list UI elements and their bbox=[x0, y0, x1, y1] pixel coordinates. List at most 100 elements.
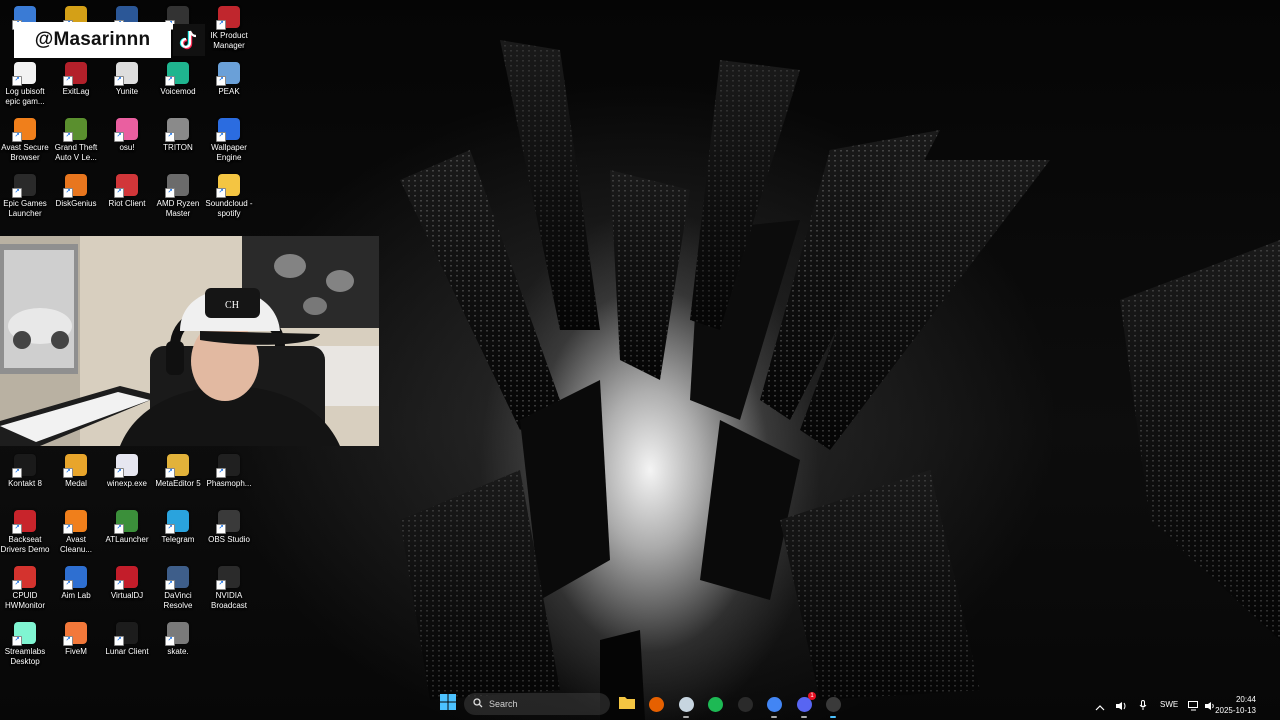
clock-time: 20:44 bbox=[1235, 695, 1256, 704]
desktop-icon-label: Phasmoph... bbox=[206, 479, 252, 488]
shortcut-arrow-icon: ↗ bbox=[165, 188, 175, 198]
taskbar-discord[interactable]: 1 bbox=[792, 692, 816, 718]
desktop-icon[interactable]: ↗ Telegram bbox=[153, 508, 203, 562]
desktop-icon-label: Avast Secure Browser bbox=[1, 143, 49, 162]
shortcut-arrow-icon: ↗ bbox=[216, 468, 226, 478]
tray-overflow-chevron-icon[interactable] bbox=[1095, 699, 1105, 717]
desktop-icon[interactable]: ↗ NVIDIA Broadcast bbox=[204, 564, 254, 618]
desktop-icon[interactable]: ↗ Grand Theft Auto V Le... bbox=[51, 116, 101, 170]
desktop-icon[interactable]: ↗ skate. bbox=[153, 620, 203, 674]
desktop-icon[interactable]: ↗ AMD Ryzen Master bbox=[153, 172, 203, 226]
desktop-icon[interactable]: ↗ Voicemod bbox=[153, 60, 203, 114]
desktop-icon-label: DaVinci Resolve bbox=[163, 591, 193, 610]
taskbar-spotify[interactable] bbox=[703, 692, 727, 716]
desktop-icon[interactable]: ↗ VirtualDJ bbox=[102, 564, 152, 618]
desktop-icon-label: winexp.exe bbox=[106, 479, 148, 488]
desktop-icon[interactable]: ↗ Phasmoph... bbox=[204, 452, 254, 506]
shortcut-arrow-icon: ↗ bbox=[63, 524, 73, 534]
window-app-icon: ↗ bbox=[114, 454, 138, 478]
tiktok-icon bbox=[173, 24, 205, 56]
desktop-icon[interactable]: ↗ Medal bbox=[51, 452, 101, 506]
shortcut-arrow-icon: ↗ bbox=[114, 188, 124, 198]
desktop-icon[interactable]: ↗ winexp.exe bbox=[102, 452, 152, 506]
shortcut-arrow-icon: ↗ bbox=[114, 524, 124, 534]
taskbar-chrome[interactable] bbox=[762, 692, 786, 718]
taskbar-search[interactable]: Search bbox=[464, 693, 610, 715]
svg-text:CH: CH bbox=[225, 300, 239, 311]
voicemod-icon: ↗ bbox=[165, 62, 189, 86]
desktop-icon[interactable]: ↗ Streamlabs Desktop bbox=[0, 620, 50, 674]
desktop-icon-label: IK Product Manager bbox=[210, 31, 248, 50]
desktop-icon[interactable]: ↗ Wallpaper Engine bbox=[204, 116, 254, 170]
shortcut-arrow-icon: ↗ bbox=[165, 524, 175, 534]
running-indicator bbox=[683, 716, 689, 718]
desktop-icon[interactable]: ↗ IK Product Manager bbox=[204, 4, 254, 58]
desktop-icon-label: CPUID HWMonitor bbox=[4, 591, 45, 610]
desktop-icon[interactable]: ↗ DiskGenius bbox=[51, 172, 101, 226]
desktop-icon[interactable]: ↗ Aim Lab bbox=[51, 564, 101, 618]
microphone-icon[interactable] bbox=[1139, 698, 1147, 716]
search-icon bbox=[473, 695, 483, 713]
desktop-icon[interactable]: ↗ Soundcloud - spotify bbox=[204, 172, 254, 226]
language-indicator[interactable]: SWE bbox=[1160, 700, 1178, 709]
shortcut-arrow-icon: ↗ bbox=[114, 132, 124, 142]
desktop-icon[interactable]: ↗ osu! bbox=[102, 116, 152, 170]
shortcut-arrow-icon: ↗ bbox=[63, 580, 73, 590]
desktop-icon-label: Aim Lab bbox=[61, 591, 91, 600]
desktop-icon[interactable]: ↗ ExitLag bbox=[51, 60, 101, 114]
shortcut-arrow-icon: ↗ bbox=[63, 132, 73, 142]
desktop-icon-label: PEAK bbox=[218, 87, 240, 96]
desktop-icon[interactable]: ↗ TRITON bbox=[153, 116, 203, 170]
desktop-icon[interactable]: ↗ MetaEditor 5 bbox=[153, 452, 203, 506]
running-indicator bbox=[801, 716, 807, 718]
desktop-icon-label: Wallpaper Engine bbox=[211, 143, 247, 162]
skate-icon: ↗ bbox=[165, 622, 189, 646]
desktop-icon[interactable]: ↗ Epic Games Launcher bbox=[0, 172, 50, 226]
exitlag-icon: ↗ bbox=[63, 62, 87, 86]
wallpaper-engine-icon: ↗ bbox=[216, 118, 240, 142]
network-icon[interactable] bbox=[1188, 698, 1200, 716]
desktop-icon[interactable]: ↗ Backseat Drivers Demo bbox=[0, 508, 50, 562]
avast-browser-icon: ↗ bbox=[12, 118, 36, 142]
taskbar-steam[interactable] bbox=[674, 692, 698, 718]
desktop-icon[interactable]: ↗ Log ubisoft epic gam... bbox=[0, 60, 50, 114]
desktop-icon[interactable]: ↗ Kontakt 8 bbox=[0, 452, 50, 506]
desktop-icon[interactable]: ↗ ATLauncher bbox=[102, 508, 152, 562]
desktop-icon[interactable]: ↗ Lunar Client bbox=[102, 620, 152, 674]
desktop-icon-label: osu! bbox=[119, 143, 135, 152]
desktop-icon[interactable]: ↗ Avast Secure Browser bbox=[0, 116, 50, 170]
desktop-icon-label: Medal bbox=[65, 479, 87, 488]
desktop-icon[interactable]: ↗ CPUID HWMonitor bbox=[0, 564, 50, 618]
shortcut-arrow-icon: ↗ bbox=[12, 580, 22, 590]
shortcut-arrow-icon: ↗ bbox=[165, 468, 175, 478]
desktop-icon[interactable]: ↗ OBS Studio bbox=[204, 508, 254, 562]
taskbar-epic-games[interactable] bbox=[733, 692, 757, 716]
taskbar-obs[interactable] bbox=[821, 692, 845, 718]
streamlabs-icon: ↗ bbox=[12, 622, 36, 646]
epic-games-icon bbox=[737, 696, 753, 712]
taskbar-start-button[interactable] bbox=[436, 692, 460, 716]
desktop-icon[interactable]: ↗ PEAK bbox=[204, 60, 254, 114]
triton-icon: ↗ bbox=[165, 118, 189, 142]
phasmophobia-icon: ↗ bbox=[216, 454, 240, 478]
shortcut-arrow-icon: ↗ bbox=[114, 76, 124, 86]
desktop-icon[interactable]: ↗ FiveM bbox=[51, 620, 101, 674]
shortcut-arrow-icon: ↗ bbox=[12, 76, 22, 86]
obs-studio-icon: ↗ bbox=[216, 510, 240, 534]
volume-icon[interactable] bbox=[1115, 698, 1127, 716]
desktop-icon[interactable]: ↗ DaVinci Resolve bbox=[153, 564, 203, 618]
steam-icon bbox=[678, 696, 694, 712]
taskbar-firefox[interactable] bbox=[644, 692, 668, 716]
desktop-icon-label: AMD Ryzen Master bbox=[156, 199, 200, 218]
spotify-icon bbox=[707, 696, 723, 712]
riot-client-icon: ↗ bbox=[114, 174, 138, 198]
shortcut-arrow-icon: ↗ bbox=[12, 524, 22, 534]
desktop-icon[interactable]: ↗ Riot Client bbox=[102, 172, 152, 226]
taskbar-file-explorer[interactable] bbox=[615, 692, 639, 716]
shortcut-arrow-icon: ↗ bbox=[12, 188, 22, 198]
desktop-icon[interactable]: ↗ Yunite bbox=[102, 60, 152, 114]
aim-lab-icon: ↗ bbox=[63, 566, 87, 590]
clock[interactable]: 20:44 2025-10-13 bbox=[1215, 694, 1256, 716]
metaeditor-icon: ↗ bbox=[165, 454, 189, 478]
desktop-icon[interactable]: ↗ Avast Cleanu... bbox=[51, 508, 101, 562]
